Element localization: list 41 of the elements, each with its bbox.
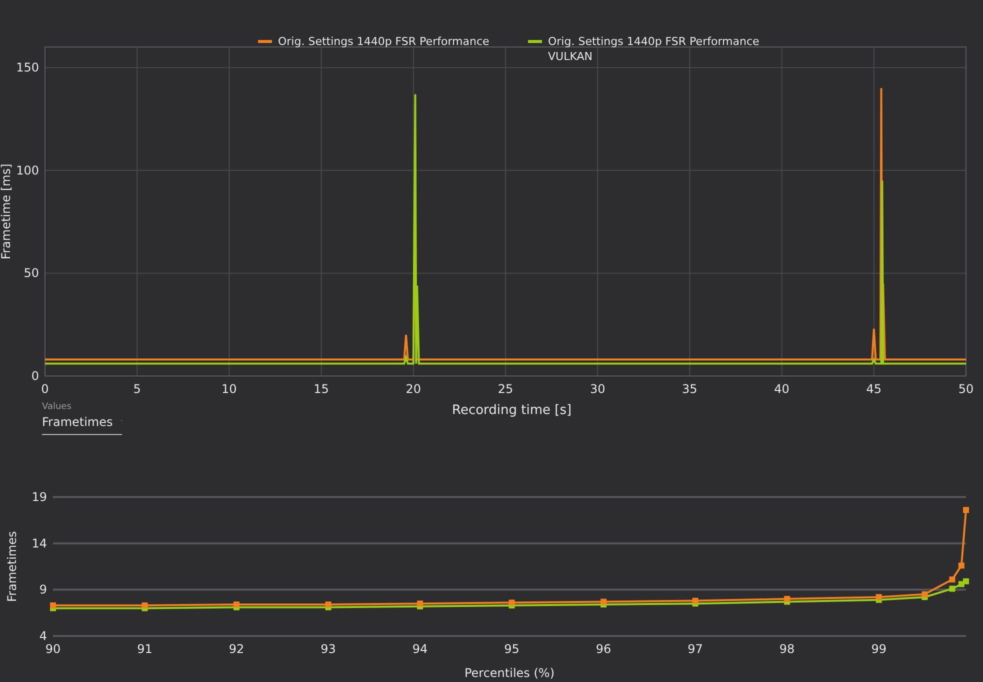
axis-tick-label: 100 [16,163,39,178]
axis-tick-label: 150 [16,60,39,75]
axis-tick-label: 15 [314,382,329,396]
axis-tick-label: 94 [412,642,428,656]
axis-tick-label: 25 [498,382,514,396]
legend-label: Orig. Settings 1440p FSR Performance VULKAN [548,34,760,64]
axis-tick-label: 50 [958,382,974,396]
axis-tick-label: 5 [133,382,141,396]
axis-tick-label: 9 [39,582,47,597]
axis-tick-label: 19 [32,490,47,504]
axis-tick-label: 14 [32,536,47,550]
axis-tick-label: 40 [774,382,790,396]
data-point [963,506,969,513]
axis-tick-label: 99 [871,642,886,656]
axis-tick-label: 93 [320,642,336,656]
data-point [949,576,956,582]
axis-tick-label: 0 [31,369,39,383]
field-label: Values [42,402,72,412]
axis-tick-label: 10 [222,382,237,396]
axis-title: Frametimes [5,531,19,602]
axis-title: Frametime [ms] [0,164,13,260]
axis-tick-label: 45 [866,382,882,396]
axis-tick-label: 91 [137,642,152,656]
legend-label: Orig. Settings 1440p FSR Performance [278,34,490,49]
axis-tick-label: 30 [590,382,606,396]
axis-tick-label: 4 [39,629,47,643]
axis-tick-label: 95 [504,642,520,656]
axis-title: Percentiles (%) [464,666,555,680]
axis-tick-label: 97 [688,642,703,656]
axis-tick-label: 35 [682,382,698,396]
axis-tick-label: 90 [45,642,61,656]
axis-tick-label: 92 [228,642,244,656]
axis-tick-label: 98 [779,642,795,656]
axis-tick-label: 96 [596,642,612,656]
data-point [958,562,964,569]
values-dropdown[interactable]: Frametimes [42,412,122,435]
axis-tick-label: 0 [41,382,49,396]
axis-tick-label: 50 [24,266,39,280]
axis-tick-label: 20 [406,382,422,396]
axis-title: Recording time [s] [452,403,572,420]
data-point [949,586,956,592]
